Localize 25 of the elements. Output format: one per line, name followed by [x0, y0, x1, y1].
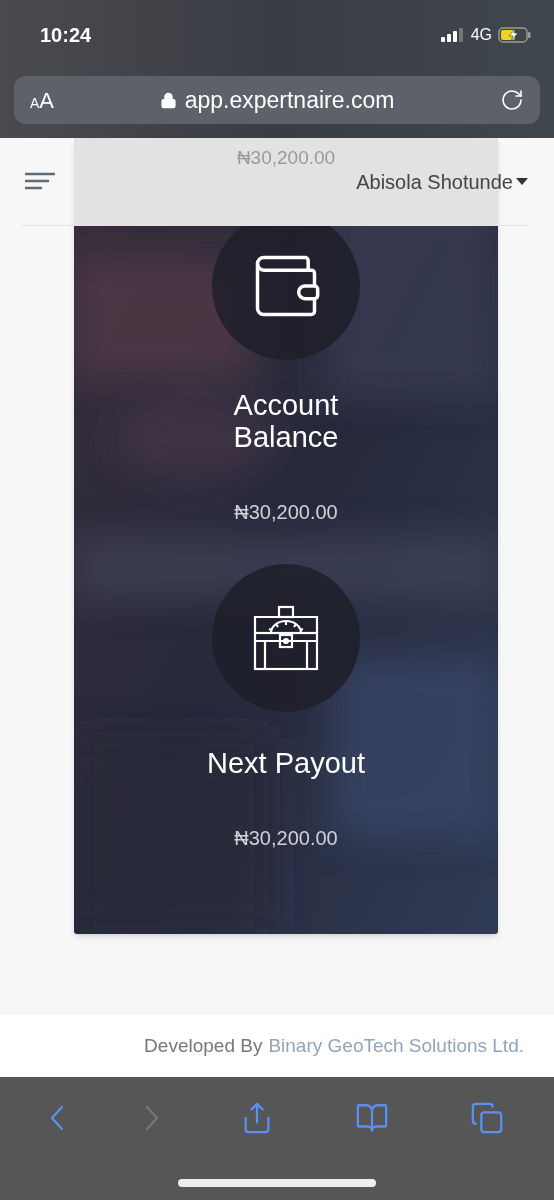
- network-label: 4G: [470, 25, 492, 45]
- address-bar[interactable]: AA app.expertnaire.com: [14, 76, 540, 124]
- signal-icon: [440, 28, 465, 42]
- chevron-right-icon: [145, 1105, 160, 1131]
- book-icon: [354, 1101, 389, 1135]
- card-label: Account Balance: [232, 389, 340, 453]
- bookmarks-button[interactable]: [354, 1101, 389, 1135]
- back-button[interactable]: [50, 1105, 65, 1131]
- chevron-left-icon: [50, 1105, 65, 1131]
- credit-text: Developed By: [144, 1033, 263, 1058]
- menu-icon[interactable]: [25, 171, 55, 192]
- reload-icon[interactable]: [500, 88, 524, 112]
- tabs-button[interactable]: [469, 1101, 504, 1135]
- amount-text: ₦30,200.00: [236, 146, 336, 168]
- tabs-icon: [469, 1101, 504, 1135]
- clock-time: 10:24: [40, 23, 92, 48]
- amount-text: ₦30,200.00: [234, 826, 338, 850]
- user-menu-button[interactable]: Abisola Shotunde: [356, 166, 528, 197]
- caret-icon: [516, 177, 528, 186]
- url-text: app.expertnaire.com: [184, 85, 395, 115]
- treasure-chest-icon: [251, 603, 321, 673]
- lock-icon: [159, 91, 177, 109]
- amount-text: ₦30,200.00: [234, 500, 338, 524]
- card-label: Next Payout: [206, 747, 366, 779]
- text-size-button[interactable]: AA: [30, 83, 90, 117]
